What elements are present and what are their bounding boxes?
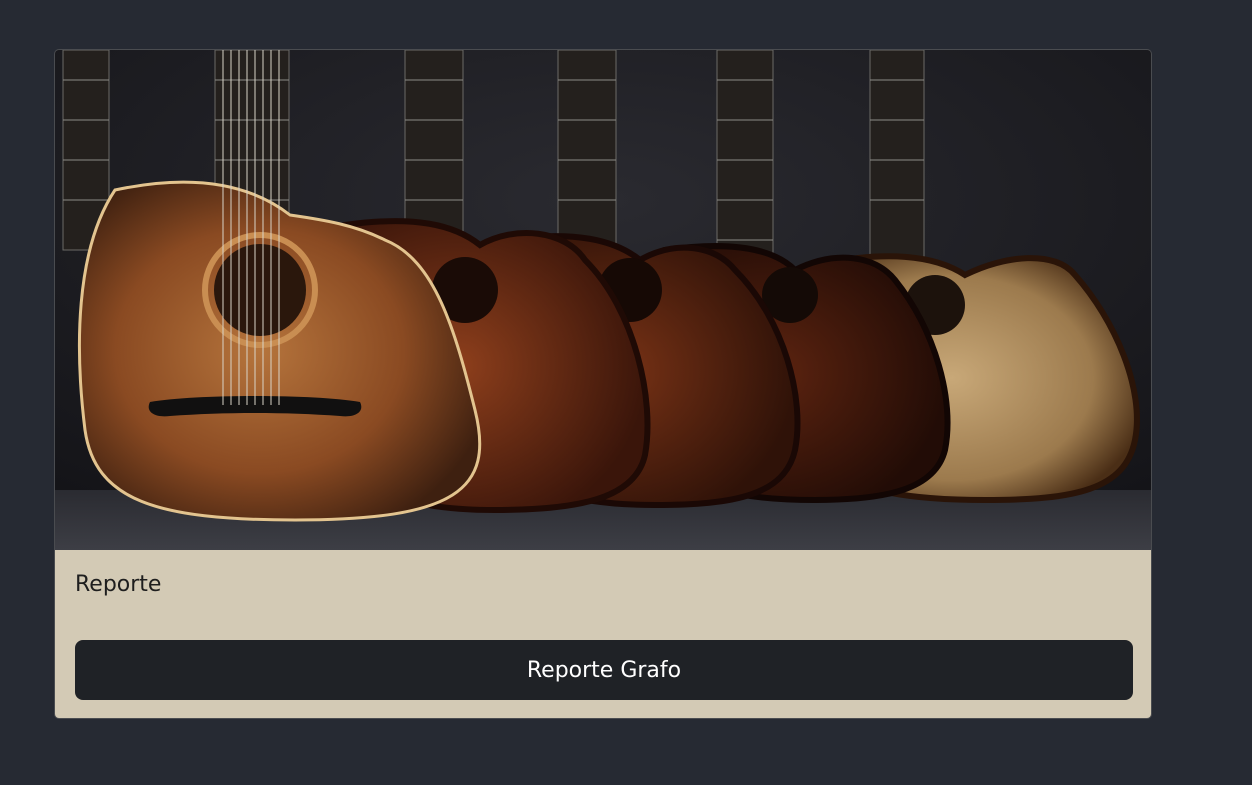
card-title: Reporte: [75, 572, 162, 597]
reporte-grafo-button[interactable]: Reporte Grafo: [75, 640, 1133, 700]
card-image: [55, 50, 1151, 550]
report-card: Reporte Reporte Grafo: [54, 49, 1152, 719]
